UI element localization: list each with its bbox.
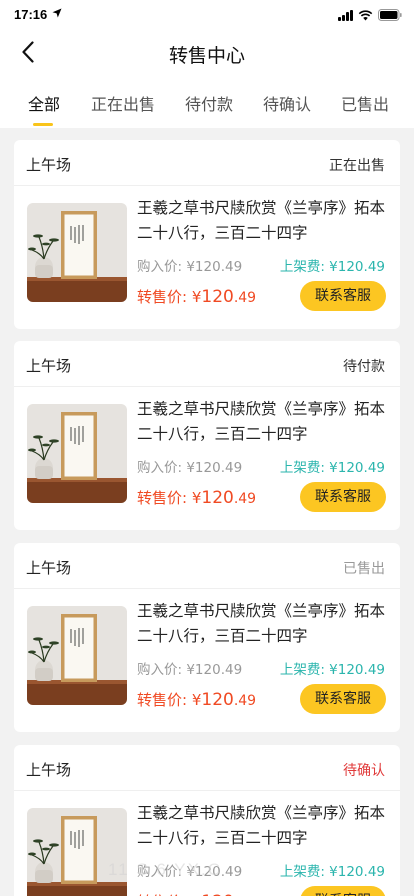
listing-fee: 上架费: ¥120.49 [279,460,385,476]
status-time: 17:16 [14,7,48,22]
navigation-bar: 转售中心 [0,30,414,74]
order-status: 待付款 [343,359,385,375]
contact-service-button[interactable]: 联系客服 [300,482,386,512]
resale-decimal: .49 [233,491,257,507]
order-status: 已售出 [343,561,385,577]
battery-icon [378,9,402,21]
resale-price: 转售价: ¥120.49 [137,891,256,896]
resale-integer: 120 [201,690,234,710]
resale-currency: ¥ [191,691,202,709]
session-label: 上午场 [26,357,72,375]
product-title[interactable]: 王羲之草书尺牍欣赏《兰亭序》拓本二十八行，三百二十四字 [137,801,392,851]
purchase-price: 购入价: ¥120.49 [137,460,243,476]
status-bar: 17:16 [0,0,414,30]
tab-bar: 全部 正在出售 待付款 待确认 已售出 [0,74,414,128]
resale-decimal: .49 [233,693,257,709]
contact-service-button[interactable]: 联系客服 [300,684,386,714]
tab-all[interactable]: 全部 [28,91,60,115]
resale-label: 转售价: [137,691,192,709]
order-status: 待确认 [343,763,385,779]
watermark: 11 S 6 YX.C [108,860,222,879]
resale-integer: 120 [201,892,233,896]
contact-service-button[interactable]: 联系客服 [300,281,386,311]
resale-decimal: .49 [233,290,257,306]
contact-service-button[interactable]: 联系客服 [300,886,386,896]
resale-integer: 120 [201,287,234,307]
resale-integer: 120 [201,488,234,508]
resale-label: 转售价: [137,288,192,306]
order-card: 上午场 已售出 王羲之草书尺牍欣赏《兰亭序》拓本二十八行，三百二十四字 购入价:… [14,543,400,732]
framed-calligraphy-image [27,404,127,503]
session-label: 上午场 [26,761,72,779]
location-arrow-icon [52,8,62,18]
product-image[interactable] [27,606,127,705]
order-status: 正在出售 [329,158,385,174]
tab-pending-payment[interactable]: 待付款 [185,91,233,115]
resale-price: 转售价: ¥120.49 [137,286,256,307]
tab-sold[interactable]: 已售出 [341,91,389,115]
wifi-icon [358,9,373,20]
resale-price: 转售价: ¥120.49 [137,689,256,710]
card-header: 上午场 已售出 [14,543,400,589]
product-image[interactable] [27,404,127,503]
product-image[interactable] [27,203,127,302]
product-title[interactable]: 王羲之草书尺牍欣赏《兰亭序》拓本二十八行，三百二十四字 [137,397,392,447]
status-indicators [338,9,402,21]
listing-fee: 上架费: ¥120.49 [279,259,385,275]
card-header: 上午场 待确认 [14,745,400,791]
session-label: 上午场 [26,156,72,174]
resale-currency: ¥ [191,288,202,306]
card-header: 上午场 正在出售 [14,140,400,186]
card-header: 上午场 待付款 [14,341,400,387]
product-title[interactable]: 王羲之草书尺牍欣赏《兰亭序》拓本二十八行，三百二十四字 [137,599,392,649]
resale-currency: ¥ [191,489,202,507]
listing-fee: 上架费: ¥120.49 [279,864,385,880]
resale-price: 转售价: ¥120.49 [137,487,256,508]
tab-on-sale[interactable]: 正在出售 [91,91,155,115]
purchase-price: 购入价: ¥120.49 [137,259,243,275]
page-title: 转售中心 [168,45,245,67]
framed-calligraphy-image [27,606,127,705]
order-card: 上午场 待付款 王羲之草书尺牍欣赏《兰亭序》拓本二十八行，三百二十四字 购入价:… [14,341,400,530]
tab-pending-confirm[interactable]: 待确认 [263,91,311,115]
order-card: 上午场 正在出售 王羲之草书尺牍欣赏《兰亭序》拓本二十八行，三百二十四字 购入价… [14,140,400,329]
listing-fee: 上架费: ¥120.49 [279,662,385,678]
purchase-price: 购入价: ¥120.49 [137,662,243,678]
product-image[interactable] [27,808,127,896]
resale-label: 转售价: [137,489,192,507]
framed-calligraphy-image [27,808,127,896]
product-title[interactable]: 王羲之草书尺牍欣赏《兰亭序》拓本二十八行，三百二十四字 [137,196,392,246]
active-tab-indicator [33,123,53,126]
session-label: 上午场 [26,559,72,577]
framed-calligraphy-image [27,203,127,302]
signal-icon [338,9,353,21]
